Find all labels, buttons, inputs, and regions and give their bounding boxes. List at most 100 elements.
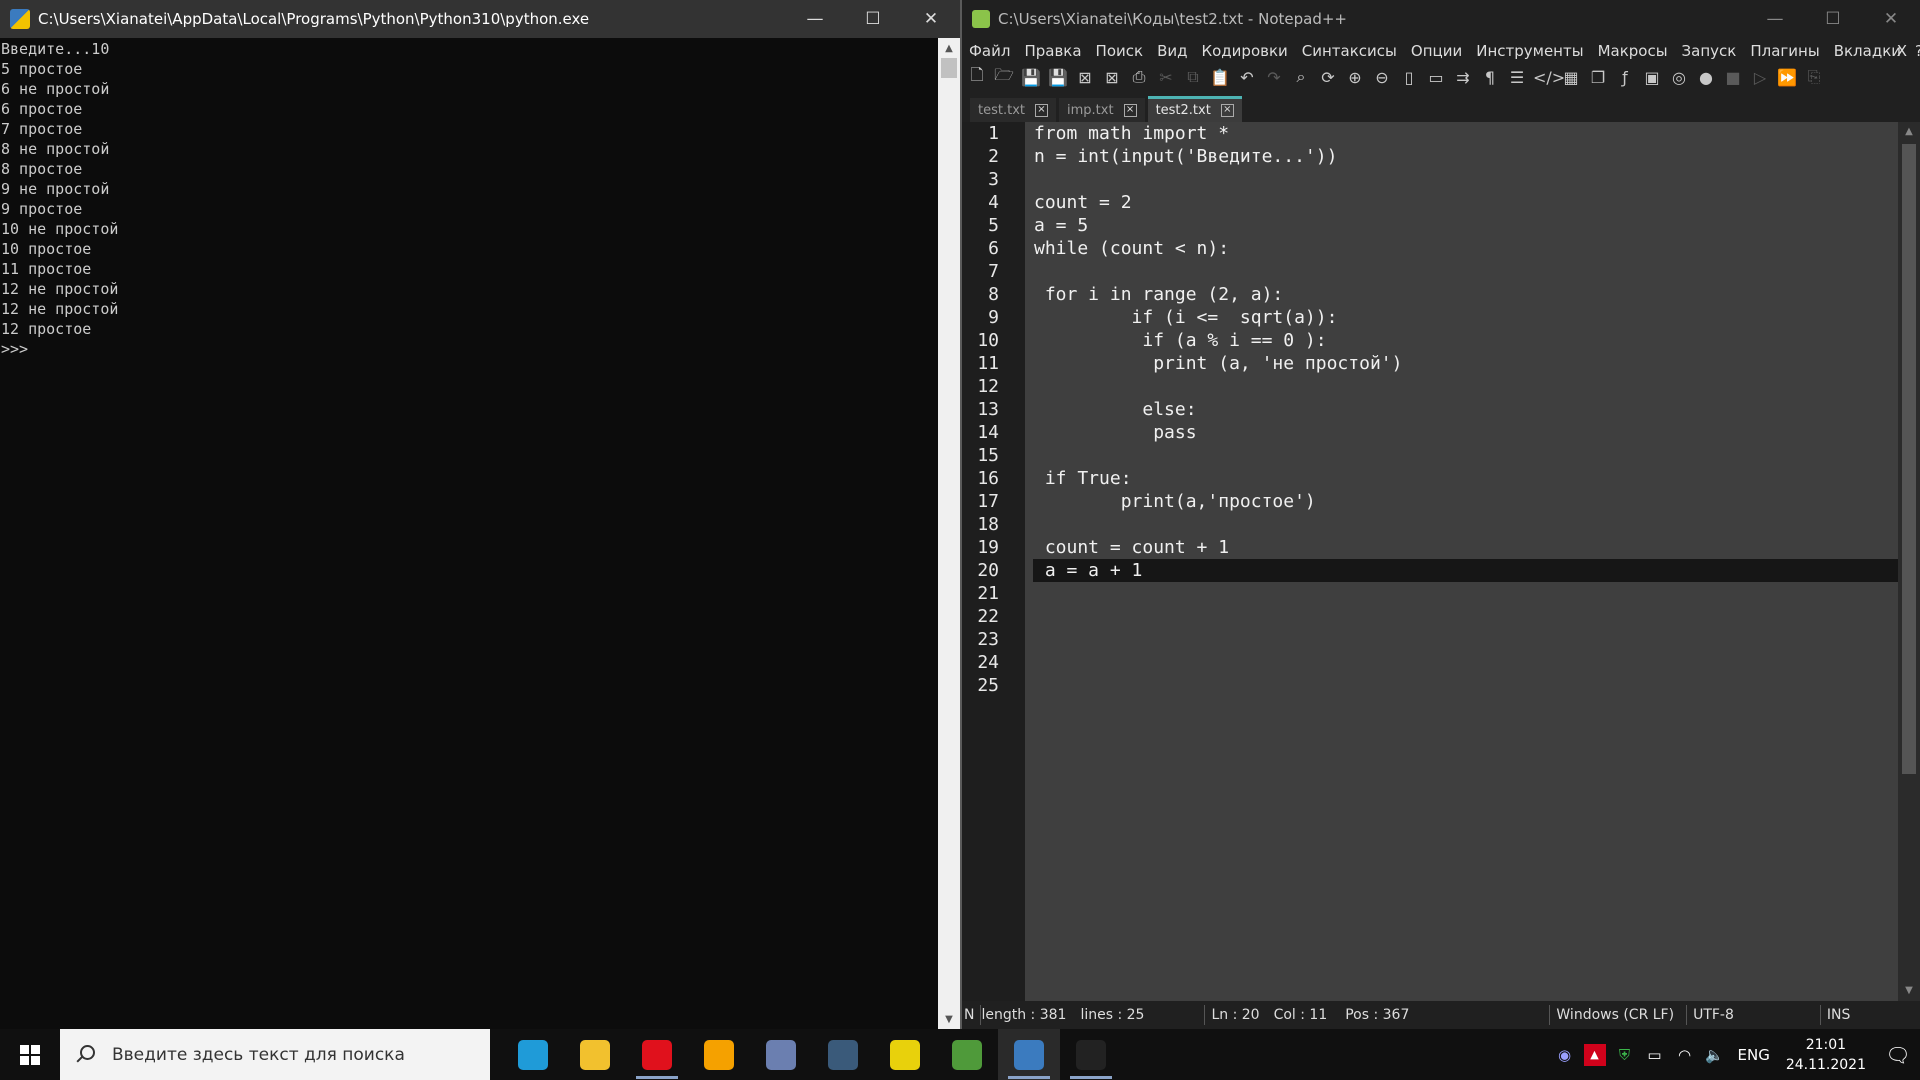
- cortana-icon[interactable]: ◉: [1554, 1044, 1576, 1066]
- run-macro-multiple-icon[interactable]: ⏩: [1776, 68, 1798, 87]
- menu-item[interactable]: Кодировки: [1194, 42, 1294, 60]
- start-button[interactable]: [0, 1029, 60, 1080]
- code-line[interactable]: [1033, 375, 1898, 398]
- code-line[interactable]: while (count < n):: [1033, 237, 1898, 260]
- record-macro-icon[interactable]: ●: [1695, 68, 1717, 87]
- scroll-thumb[interactable]: [1902, 144, 1916, 774]
- pdf-taskbar-button[interactable]: [874, 1029, 936, 1080]
- menu-item[interactable]: Вид: [1150, 42, 1194, 60]
- status-eol[interactable]: Windows (CR LF): [1556, 1007, 1674, 1023]
- game-taskbar-button[interactable]: [750, 1029, 812, 1080]
- globe-app-taskbar-button[interactable]: [812, 1029, 874, 1080]
- print-icon[interactable]: ⎙: [1128, 67, 1150, 87]
- zoom-in-icon[interactable]: ⊕: [1344, 68, 1366, 87]
- menu-item[interactable]: Поиск: [1089, 42, 1151, 60]
- close-tab-icon[interactable]: ×: [1220, 104, 1234, 117]
- sync-vertical-icon[interactable]: ▯: [1398, 68, 1420, 87]
- code-line[interactable]: [1033, 605, 1898, 628]
- undo-icon[interactable]: ↶: [1236, 68, 1258, 87]
- code-line[interactable]: [1033, 628, 1898, 651]
- close-all-icon[interactable]: ⊠: [1101, 68, 1123, 87]
- status-insert-mode[interactable]: INS: [1827, 1007, 1851, 1023]
- minimize-icon[interactable]: —: [786, 0, 844, 38]
- code-line[interactable]: [1033, 260, 1898, 283]
- tab-test2-txt[interactable]: test2.txt ×: [1147, 96, 1242, 122]
- code-line[interactable]: [1033, 168, 1898, 191]
- scroll-up-icon[interactable]: ▲: [938, 38, 960, 58]
- scroll-down-icon[interactable]: ▼: [1898, 981, 1920, 1001]
- copy-icon[interactable]: ⧉: [1182, 67, 1204, 87]
- code-line[interactable]: a = a + 1: [1033, 559, 1898, 582]
- wifi-icon[interactable]: ◠: [1674, 1044, 1696, 1066]
- scroll-up-icon[interactable]: ▲: [1898, 122, 1920, 142]
- edge-taskbar-button[interactable]: [502, 1029, 564, 1080]
- image-app-taskbar-button[interactable]: [936, 1029, 998, 1080]
- code-line[interactable]: pass: [1033, 421, 1898, 444]
- npp-title-bar[interactable]: C:\Users\Xianatei\Коды\test2.txt - Notep…: [962, 0, 1920, 38]
- opera-taskbar-button[interactable]: [626, 1029, 688, 1080]
- xml-icon[interactable]: </>: [1533, 68, 1565, 87]
- stop-macro-icon[interactable]: ■: [1722, 68, 1744, 87]
- language-indicator[interactable]: ENG: [1738, 1044, 1770, 1066]
- close-icon[interactable]: ✕: [902, 0, 960, 38]
- notepadpp-window[interactable]: C:\Users\Xianatei\Коды\test2.txt - Notep…: [960, 0, 1920, 1029]
- document-list-icon[interactable]: ❐: [1587, 68, 1609, 87]
- terminal-taskbar-button[interactable]: [1060, 1029, 1122, 1080]
- code-line[interactable]: if True:: [1033, 467, 1898, 490]
- folder-workspace-icon[interactable]: ◎: [1668, 68, 1690, 87]
- menu-item[interactable]: Инструменты: [1469, 42, 1590, 60]
- close-icon[interactable]: ✕: [1862, 0, 1920, 38]
- function-list-icon[interactable]: ƒ: [1614, 68, 1636, 87]
- menu-item[interactable]: Синтаксисы: [1295, 42, 1404, 60]
- show-all-chars-icon[interactable]: ¶: [1479, 68, 1501, 87]
- code-line[interactable]: print (a, 'не простой'): [1033, 352, 1898, 375]
- open-file-icon[interactable]: 🗁: [993, 64, 1015, 91]
- line-number-gutter[interactable]: 1 2 3 4 5 6 7 8 9 10 11 12 13 14 15 16 17 18 19 20 21 22 23 24 2…: [962, 122, 1025, 1001]
- tab-test-txt[interactable]: test.txt ×: [970, 98, 1056, 122]
- console-output[interactable]: Введите...10 5 простое 6 не простой 6 прост…: [0, 38, 938, 1029]
- code-line[interactable]: print(a,'простое'): [1033, 490, 1898, 513]
- indent-guide-icon[interactable]: ☰: [1506, 68, 1528, 87]
- code-editor[interactable]: 1 2 3 4 5 6 7 8 9 10 11 12 13 14 15 16 17 18 19 20 21 22 23 24 2…: [962, 122, 1898, 1001]
- monitor-icon[interactable]: ▣: [1641, 68, 1663, 87]
- close-file-icon[interactable]: ⊠: [1074, 68, 1096, 87]
- code-line[interactable]: [1033, 513, 1898, 536]
- replace-icon[interactable]: ⟳: [1317, 68, 1339, 87]
- close-tab-icon[interactable]: ×: [1123, 103, 1137, 117]
- python-taskbar-button[interactable]: [998, 1029, 1060, 1080]
- close-document-button[interactable]: X: [1890, 42, 1914, 60]
- amd-icon[interactable]: ▲: [1583, 1043, 1606, 1066]
- clock[interactable]: 21:01 24.11.2021: [1786, 1035, 1866, 1075]
- code-line[interactable]: [1033, 674, 1898, 697]
- play-macro-icon[interactable]: ▷: [1749, 68, 1771, 87]
- code-line[interactable]: from math import *: [1033, 122, 1898, 145]
- code-line[interactable]: count = 2: [1033, 191, 1898, 214]
- close-tab-icon[interactable]: ×: [1035, 103, 1048, 117]
- menu-item[interactable]: Запуск: [1675, 42, 1744, 60]
- new-file-icon[interactable]: 🗋: [966, 64, 988, 91]
- console-scrollbar[interactable]: ▲ ▼: [938, 38, 960, 1029]
- sticky-app-taskbar-button[interactable]: [688, 1029, 750, 1080]
- file-explorer-taskbar-button[interactable]: [564, 1029, 626, 1080]
- cut-icon[interactable]: ✂: [1155, 68, 1177, 87]
- menu-item[interactable]: Макросы: [1591, 42, 1675, 60]
- scroll-thumb[interactable]: [941, 58, 957, 78]
- code-line[interactable]: a = 5: [1033, 214, 1898, 237]
- redo-icon[interactable]: ↷: [1263, 68, 1285, 87]
- code-line[interactable]: count = count + 1: [1033, 536, 1898, 559]
- code-line[interactable]: [1033, 651, 1898, 674]
- menu-item[interactable]: Опции: [1404, 42, 1469, 60]
- status-encoding[interactable]: UTF-8: [1693, 1007, 1734, 1023]
- zoom-out-icon[interactable]: ⊖: [1371, 68, 1393, 87]
- taskbar-search[interactable]: Введите здесь текст для поиска: [60, 1029, 490, 1080]
- python-console-window[interactable]: C:\Users\Xianatei\AppData\Local\Programs…: [0, 0, 960, 1029]
- code-area[interactable]: from math import * n = int(input('Введите…: [1033, 122, 1898, 697]
- menu-item[interactable]: Правка: [1017, 42, 1088, 60]
- security-shield-icon[interactable]: ⛨: [1614, 1044, 1636, 1066]
- maximize-icon[interactable]: ☐: [844, 0, 902, 38]
- code-line[interactable]: if (a % i == 0 ):: [1033, 329, 1898, 352]
- volume-icon[interactable]: 🔈: [1704, 1044, 1726, 1066]
- battery-icon[interactable]: ▭: [1644, 1044, 1666, 1066]
- scroll-down-icon[interactable]: ▼: [938, 1009, 960, 1029]
- paste-icon[interactable]: 📋: [1209, 68, 1231, 87]
